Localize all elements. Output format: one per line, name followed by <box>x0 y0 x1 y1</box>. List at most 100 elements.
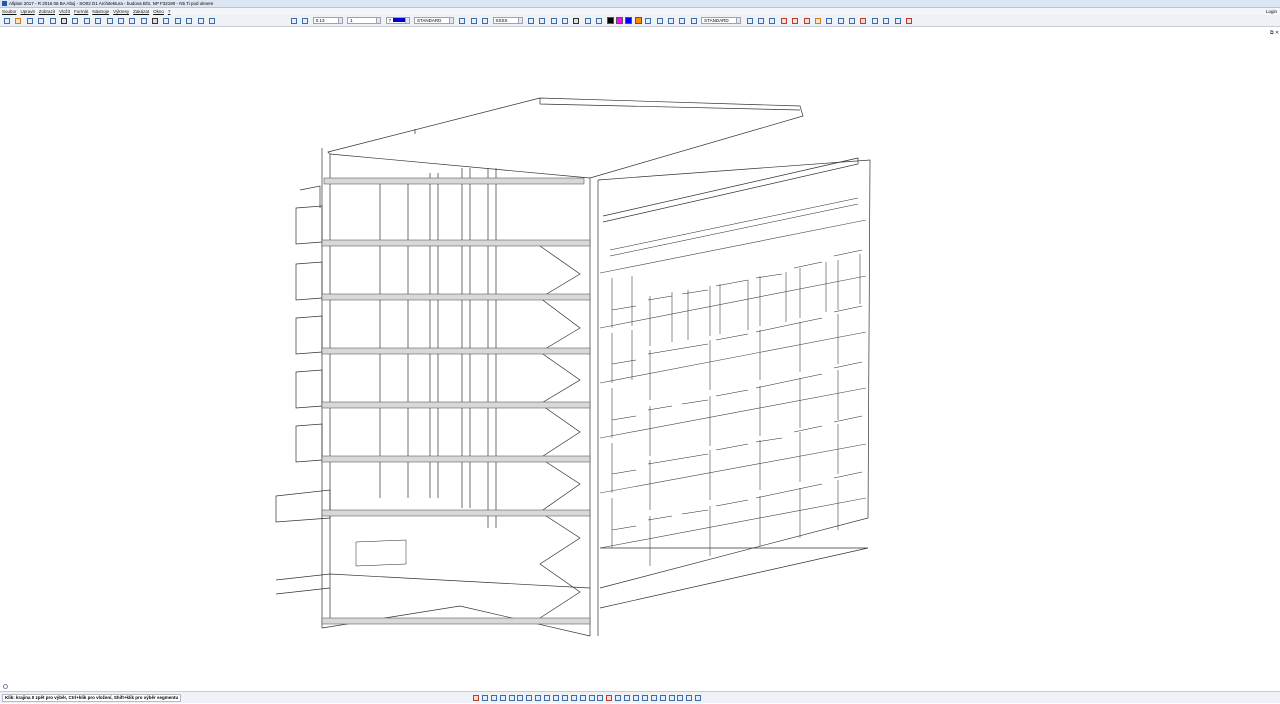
mirror-icon[interactable] <box>803 17 811 25</box>
grid-icon[interactable] <box>871 17 879 25</box>
menu-soubor[interactable]: Soubor <box>2 9 17 14</box>
track-icon[interactable] <box>579 694 586 702</box>
new-file-icon[interactable] <box>3 17 11 25</box>
pen-icon[interactable] <box>290 17 298 25</box>
menu-okno[interactable]: Okno <box>153 9 164 14</box>
redo-icon[interactable] <box>106 17 114 25</box>
menu-upravit[interactable]: Upravit <box>21 9 35 14</box>
layout-icon[interactable] <box>49 17 57 25</box>
view-top-icon[interactable] <box>632 694 640 702</box>
snap-element-icon[interactable] <box>552 694 560 702</box>
text-frame-icon[interactable] <box>572 17 580 25</box>
delta-icon[interactable] <box>596 694 604 702</box>
pen-thickness-select[interactable]: 0.13 <box>312 17 343 24</box>
stair-icon[interactable] <box>128 17 136 25</box>
transparency-icon[interactable] <box>667 17 675 25</box>
zoom-in-icon[interactable] <box>650 694 657 702</box>
cancel-icon[interactable] <box>605 694 613 702</box>
undo-icon[interactable] <box>94 17 102 25</box>
snap-tangent-icon[interactable] <box>525 694 533 702</box>
filter-icon[interactable] <box>746 17 754 25</box>
roof-icon[interactable] <box>140 17 148 25</box>
measure-icon[interactable] <box>837 17 845 25</box>
zoom-out-icon[interactable] <box>659 694 666 702</box>
snap-grid-icon[interactable] <box>534 694 542 702</box>
cut-icon[interactable] <box>859 17 867 25</box>
dynamic-icon[interactable] <box>588 694 595 702</box>
save-icon[interactable] <box>26 17 34 25</box>
restore-icon[interactable]: ⧉ <box>1270 30 1274 36</box>
add-icon[interactable] <box>60 17 68 25</box>
menu-vlozit[interactable]: Vložit <box>59 9 70 14</box>
line-color-select[interactable]: 7 <box>385 17 410 24</box>
window-tile-icon[interactable] <box>894 17 902 25</box>
copy-icon[interactable] <box>791 17 799 25</box>
menu-nastroje[interactable]: Nástroje <box>92 9 109 14</box>
snap-mid-icon[interactable] <box>490 694 497 702</box>
text-style-icon[interactable] <box>561 17 569 25</box>
color-black-swatch[interactable] <box>606 17 614 24</box>
exit-icon[interactable] <box>905 17 913 25</box>
login-link[interactable]: Login <box>1266 9 1277 14</box>
menu-zakazat[interactable]: Zakázat <box>133 9 149 14</box>
move-icon[interactable] <box>768 17 776 25</box>
match-icon[interactable] <box>678 17 686 25</box>
window-icon[interactable] <box>71 17 79 25</box>
select-filter-icon[interactable] <box>694 694 702 702</box>
close-icon[interactable]: ✕ <box>1275 30 1279 36</box>
text-underline-icon[interactable] <box>550 17 558 25</box>
text-case-icon[interactable] <box>595 17 603 25</box>
lock-icon[interactable] <box>848 17 856 25</box>
menu-vykresy[interactable]: Výkresy <box>113 9 129 14</box>
text-icon[interactable] <box>527 17 535 25</box>
color-orange-swatch[interactable] <box>634 17 642 24</box>
open-icon[interactable] <box>14 17 22 25</box>
line-type-select[interactable]: 1 <box>347 17 382 24</box>
wall-icon[interactable] <box>117 17 125 25</box>
render-icon[interactable] <box>185 17 193 25</box>
object-icon[interactable] <box>197 17 205 25</box>
snap-icon[interactable] <box>472 694 479 702</box>
snap-end-icon[interactable] <box>481 694 488 702</box>
attribute-icon[interactable] <box>644 17 652 25</box>
layer-select[interactable]: STANDARD <box>413 17 454 24</box>
menu-format[interactable]: Formát <box>74 9 88 14</box>
delete-icon[interactable] <box>780 17 788 25</box>
snap-center-icon[interactable] <box>499 694 506 702</box>
menu-help[interactable]: ? <box>168 9 171 14</box>
layer2-select[interactable]: STANDARD <box>701 17 742 24</box>
menu-zobrazit[interactable]: Zobrazit <box>39 9 55 14</box>
view-front-icon[interactable] <box>623 694 631 702</box>
snap-point-icon[interactable] <box>543 694 551 702</box>
filter2-icon[interactable] <box>685 694 693 702</box>
polar-icon[interactable] <box>570 694 577 702</box>
fill-icon[interactable] <box>656 17 664 25</box>
text-align-icon[interactable] <box>584 17 592 25</box>
screen-icon[interactable] <box>83 17 91 25</box>
line-icon[interactable] <box>301 17 309 25</box>
print-icon[interactable] <box>37 17 45 25</box>
layer-visibility-icon[interactable] <box>470 17 478 25</box>
view-iso-icon[interactable] <box>641 694 648 702</box>
color-magenta-swatch[interactable] <box>616 17 624 24</box>
select-icon[interactable] <box>757 17 765 25</box>
rotate-icon[interactable] <box>814 17 822 25</box>
hatch-select[interactable]: SSSS <box>492 17 523 24</box>
tools-icon[interactable] <box>151 17 159 25</box>
layer-icon[interactable] <box>458 17 466 25</box>
measure2-icon[interactable] <box>614 694 622 702</box>
ortho-icon[interactable] <box>561 694 568 702</box>
palette-icon[interactable] <box>882 17 890 25</box>
color-blue-swatch[interactable] <box>625 17 633 24</box>
snap-perp-icon[interactable] <box>516 694 524 702</box>
pattern-icon[interactable] <box>481 17 489 25</box>
drawing-viewport[interactable]: ⧉ ✕ <box>0 28 1280 691</box>
text-bold-icon[interactable] <box>538 17 546 25</box>
stretch-icon[interactable] <box>825 17 833 25</box>
zoom-icon[interactable] <box>208 17 216 25</box>
view-icon[interactable] <box>174 17 182 25</box>
module-icon[interactable] <box>162 17 170 25</box>
refresh-icon[interactable] <box>690 17 698 25</box>
pan-icon[interactable] <box>676 694 684 702</box>
zoom-all-icon[interactable] <box>668 694 675 702</box>
